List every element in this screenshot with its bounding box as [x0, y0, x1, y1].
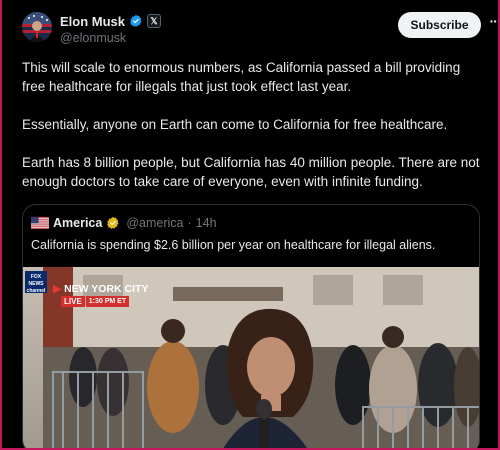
- author-handle[interactable]: @elonmusk: [60, 31, 126, 45]
- chyron-arrow-icon: ▶: [53, 283, 62, 295]
- post-paragraph: Essentially, anyone on Earth can come to…: [22, 117, 448, 132]
- quote-text: California is spending $2.6 billion per …: [31, 238, 436, 252]
- quote-timestamp[interactable]: 14h: [196, 216, 217, 230]
- post-paragraph: Earth has 8 billion people, but Californ…: [22, 155, 480, 189]
- verified-badge-icon[interactable]: [129, 14, 143, 28]
- quote-header: America @america · 14h: [31, 215, 217, 231]
- verified-gold-badge-icon: [107, 216, 119, 229]
- post-text: This will scale to enormous numbers, as …: [22, 58, 484, 210]
- location-label: NEW YORK CITY: [64, 283, 149, 295]
- avatar[interactable]: [22, 12, 52, 42]
- live-time: 1:30 PM ET: [85, 296, 130, 307]
- post-paragraph: This will scale to enormous numbers, as …: [22, 60, 461, 94]
- quote-author-handle: @america: [126, 216, 184, 230]
- quote-author-name[interactable]: America: [53, 216, 102, 230]
- us-flag-icon: [31, 216, 49, 230]
- x-logo-icon: 𝕏: [147, 14, 162, 28]
- location-chyron: ▶ NEW YORK CITY: [53, 283, 148, 295]
- quoted-post[interactable]: America @america · 14h California is spe…: [22, 204, 480, 450]
- author-name[interactable]: Elon Musk: [60, 14, 125, 29]
- live-badge: LIVE: [61, 296, 85, 307]
- fox-news-logo: FOX NEWS channel: [25, 271, 47, 294]
- post: Elon Musk 𝕏 @elonmusk Subscribe ··· This…: [0, 0, 500, 450]
- subscribe-button[interactable]: Subscribe: [398, 12, 481, 38]
- live-chyron: LIVE 1:30 PM ET: [61, 296, 130, 307]
- post-header: Elon Musk 𝕏 @elonmusk Subscribe ···: [22, 12, 500, 48]
- separator-dot: ·: [187, 216, 192, 230]
- more-options-icon[interactable]: ···: [488, 14, 500, 32]
- quote-media-image[interactable]: FOX NEWS channel ▶ NEW YORK CITY LIVE 1:3…: [23, 267, 479, 450]
- author-name-row: Elon Musk 𝕏: [60, 13, 162, 29]
